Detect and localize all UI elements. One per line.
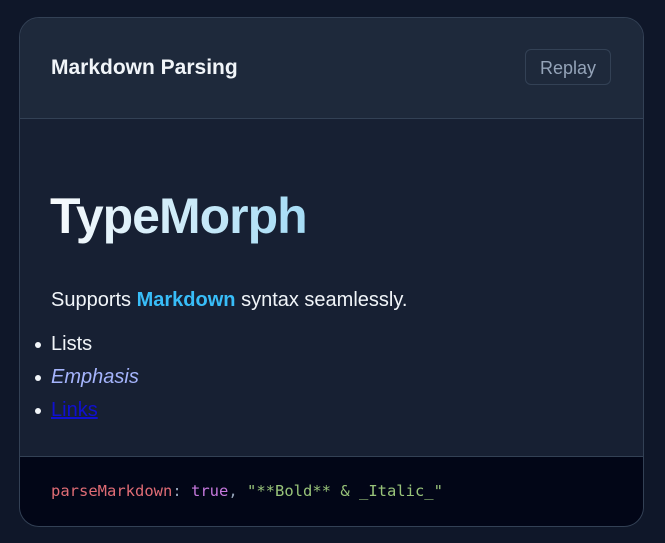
links-link[interactable]: Links (51, 399, 98, 421)
paragraph-bold: Markdown (136, 289, 236, 311)
code-comma: , (228, 482, 247, 500)
card-header: Markdown Parsing Replay (20, 18, 643, 119)
list-item: Emphasis (35, 365, 139, 398)
demo-card: Markdown Parsing Replay TypeMorph Suppor… (19, 17, 644, 527)
code-snippet: parseMarkdown: true, "**Bold** & _Italic… (20, 456, 643, 526)
emphasis-text: Emphasis (51, 366, 139, 388)
code-colon: : (172, 482, 191, 500)
code-string: "**Bold** & _Italic_" (247, 482, 443, 500)
replay-button[interactable]: Replay (525, 49, 611, 85)
list-item: Lists (35, 332, 139, 365)
code-value: true (191, 482, 229, 500)
paragraph-text-end: syntax seamlessly. (235, 289, 408, 311)
preview-heading: TypeMorph (50, 188, 308, 244)
preview-paragraph: Supports Markdown syntax seamlessly. (51, 289, 407, 312)
card-title: Markdown Parsing (51, 56, 238, 79)
code-key: parseMarkdown (51, 482, 173, 500)
list-item: Links (35, 398, 139, 431)
paragraph-text: Supports (51, 289, 137, 311)
markdown-preview: TypeMorph Supports Markdown syntax seaml… (20, 119, 643, 456)
preview-list: Lists Emphasis Links (35, 332, 139, 431)
